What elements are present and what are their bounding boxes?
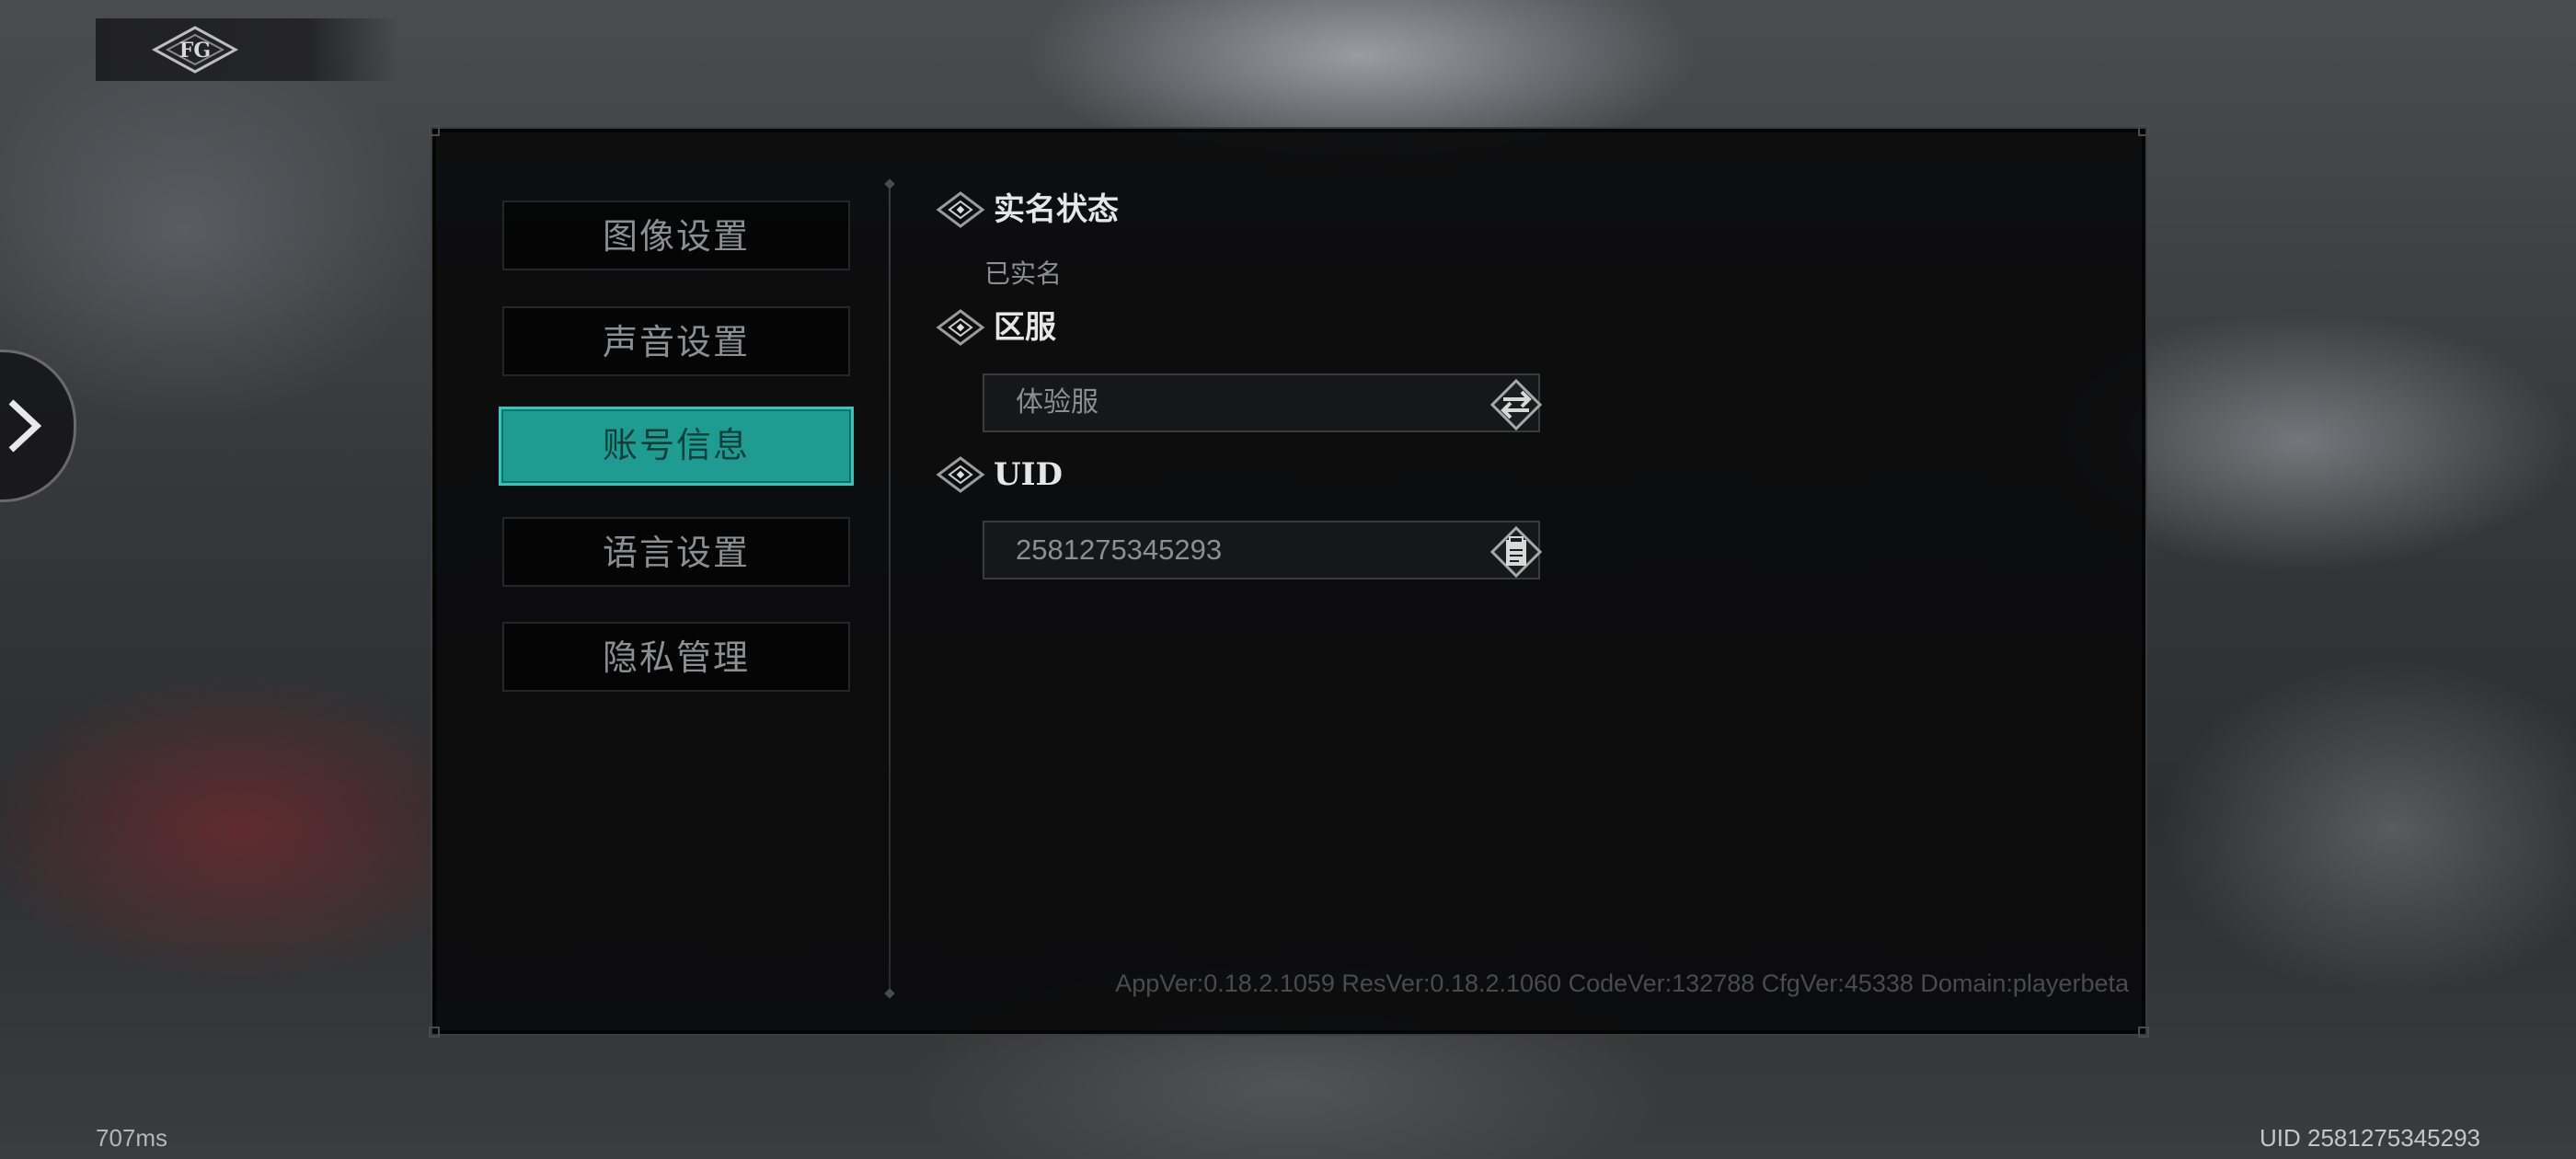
swap-icon[interactable] — [1490, 379, 1542, 430]
server-field: 体验服 — [983, 373, 1542, 432]
settings-panel: 图像设置 声音设置 账号信息 语言设置 隐私管理 实名状态 已实名 区服 体验服 — [429, 125, 2149, 1038]
panel-corner — [2138, 1027, 2149, 1038]
game-logo: FG — [96, 18, 399, 81]
footer-uid: UID 2581275345293 — [2260, 1124, 2480, 1152]
diamond-icon — [936, 456, 985, 493]
realname-title: 实名状态 — [994, 191, 1119, 228]
panel-divider — [889, 184, 891, 993]
realname-status: 已实名 — [984, 259, 1063, 288]
nav-item-account[interactable]: 账号信息 — [499, 407, 854, 486]
uid-title: UID — [994, 456, 1064, 493]
uid-field: 2581275345293 — [983, 521, 1542, 580]
copy-icon[interactable] — [1490, 526, 1542, 578]
version-info: AppVer:0.18.2.1059 ResVer:0.18.2.1060 Co… — [1115, 970, 2129, 997]
nav-item-privacy[interactable]: 隐私管理 — [502, 622, 850, 692]
nav-item-language[interactable]: 语言设置 — [502, 517, 850, 587]
uid-value: 2581275345293 — [1016, 534, 1223, 566]
nav-item-audio[interactable]: 声音设置 — [502, 306, 850, 376]
latency-indicator: 707ms — [96, 1124, 168, 1152]
side-menu-toggle[interactable] — [0, 350, 76, 502]
server-title: 区服 — [994, 309, 1056, 346]
diamond-icon — [936, 191, 985, 228]
server-value: 体验服 — [1016, 387, 1098, 418]
panel-corner — [429, 1027, 440, 1038]
game-background: FG 图像设置 声音设置 账号信息 语言设置 隐私管理 实名状态 已实名 区服 … — [0, 0, 2576, 1159]
diamond-icon — [936, 309, 985, 346]
svg-text:FG: FG — [179, 39, 211, 63]
nav-item-graphics[interactable]: 图像设置 — [502, 201, 850, 270]
panel-corner — [2138, 125, 2149, 136]
game-logo-icon: FG — [151, 26, 239, 74]
panel-corner — [429, 125, 440, 136]
chevron-right-icon — [8, 399, 42, 453]
